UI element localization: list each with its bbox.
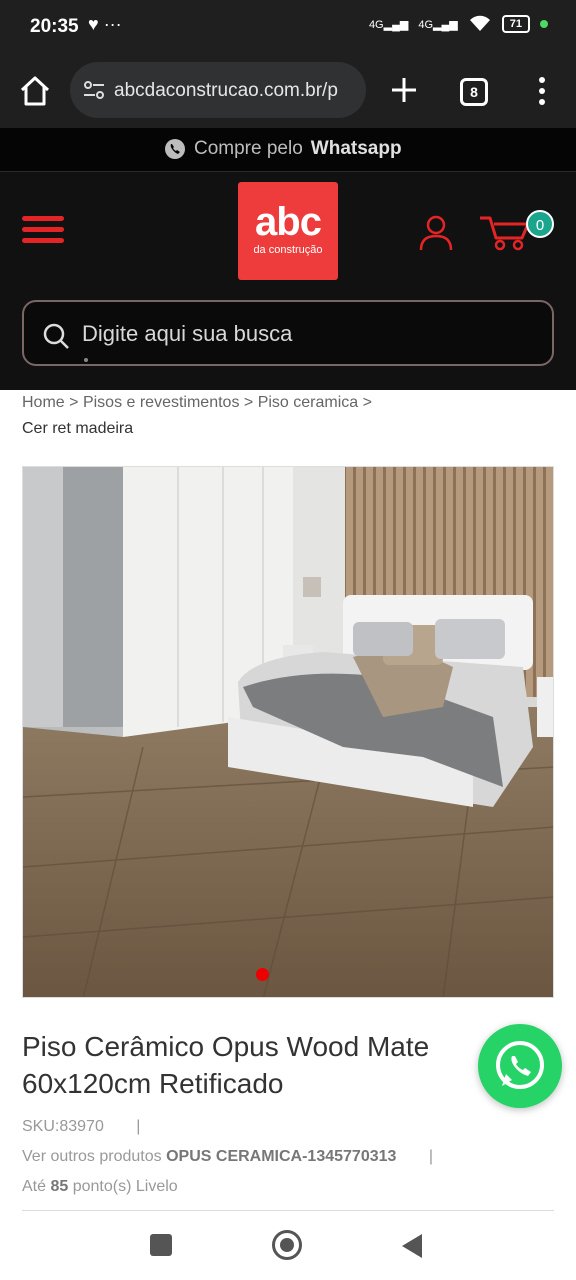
meta-separator: |	[136, 1118, 141, 1135]
meta-separator: |	[428, 1148, 434, 1165]
status-bar: 20:35 ♥ ··· 4G▂▄▆ 4G▂▄▆ 71	[0, 0, 576, 56]
product-title-line2: 60x120cm Retificado	[22, 1068, 284, 1099]
divider	[22, 1210, 554, 1211]
product-sku-row: SKU:83970 |	[22, 1118, 140, 1136]
battery-indicator: 71	[501, 15, 530, 33]
search-input[interactable]: Digite aqui sua busca	[22, 300, 554, 366]
other-products-label: Ver outros produtos	[22, 1148, 162, 1165]
logo-subtext: da construção	[253, 244, 323, 256]
status-time: 20:35	[30, 16, 79, 37]
whatsapp-bar-text: Compre pelo	[194, 138, 303, 159]
whatsapp-icon	[496, 1041, 544, 1089]
product-photo	[23, 467, 553, 997]
points-prefix: Até	[22, 1178, 47, 1195]
signal-label-2: 4G	[418, 18, 434, 31]
more-options-icon[interactable]	[534, 74, 550, 108]
status-indicators: 4G▂▄▆ 4G▂▄▆ 71	[369, 15, 548, 33]
site-logo[interactable]: abc da construção	[238, 182, 338, 280]
breadcrumb-home[interactable]: Home	[22, 394, 65, 411]
breadcrumb: Home > Pisos e revestimentos > Piso cera…	[22, 390, 562, 442]
product-image[interactable]	[22, 466, 554, 998]
site-header: abc da construção 0 Digite aqui sua busc…	[0, 172, 576, 390]
wifi-icon	[469, 15, 490, 31]
breadcrumb-separator: >	[243, 394, 254, 411]
tab-switcher-button[interactable]: 8	[460, 78, 488, 106]
recent-apps-icon[interactable]	[150, 1234, 172, 1256]
breadcrumb-pisos[interactable]: Pisos e revestimentos	[83, 394, 240, 411]
whatsapp-promo-bar[interactable]: Compre pelo Whatsapp	[0, 128, 576, 172]
search-icon	[43, 323, 69, 349]
text-cursor	[84, 358, 88, 362]
notification-icons: ♥ ···	[88, 14, 122, 34]
home-icon[interactable]	[18, 74, 52, 108]
product-title-line1: Piso Cerâmico Opus Wood Mate	[22, 1031, 430, 1062]
hamburger-menu-icon[interactable]	[22, 216, 64, 246]
system-nav-bar	[0, 1216, 576, 1280]
new-tab-icon[interactable]	[388, 74, 420, 106]
breadcrumb-separator: >	[69, 394, 79, 411]
whatsapp-bar-link[interactable]: Whatsapp	[311, 138, 402, 160]
logo-text: abc	[255, 200, 322, 244]
points-suffix: ponto(s) Livelo	[72, 1178, 178, 1195]
points-value: 85	[50, 1178, 69, 1195]
signal-icon-2: 4G▂▄▆	[418, 18, 458, 31]
search-placeholder: Digite aqui sua busca	[82, 321, 293, 346]
product-points-row: Até 85 ponto(s) Livelo	[22, 1178, 178, 1196]
product-brand-row: Ver outros produtos OPUS CERAMICA-134577…	[22, 1148, 433, 1166]
privacy-dot-icon	[540, 20, 548, 28]
url-text: abcdaconstrucao.com.br/p	[114, 80, 338, 101]
product-sku: SKU:83970	[22, 1118, 104, 1135]
home-nav-icon[interactable]	[272, 1230, 302, 1260]
browser-toolbar: abcdaconstrucao.com.br/p 8	[0, 56, 576, 128]
cart-count-badge: 0	[526, 210, 554, 238]
breadcrumb-current: Cer ret madeira	[22, 420, 134, 437]
back-icon[interactable]	[402, 1234, 422, 1258]
signal-icon: 4G▂▄▆	[368, 18, 409, 31]
signal-label-1: 4G	[368, 18, 384, 31]
whatsapp-float-button[interactable]	[478, 1024, 562, 1108]
site-settings-icon[interactable]	[82, 78, 106, 102]
product-title: Piso Cerâmico Opus Wood Mate 60x120cm Re…	[22, 1028, 492, 1102]
other-products-brand-link[interactable]: OPUS CERAMICA-1345770313	[166, 1148, 396, 1165]
user-account-icon[interactable]	[418, 214, 454, 252]
address-bar[interactable]: abcdaconstrucao.com.br/p	[70, 62, 366, 118]
breadcrumb-separator: >	[362, 394, 372, 411]
breadcrumb-piso-ceramica[interactable]: Piso ceramica	[258, 394, 358, 411]
whatsapp-icon	[165, 139, 185, 159]
carousel-indicator[interactable]	[256, 968, 269, 981]
